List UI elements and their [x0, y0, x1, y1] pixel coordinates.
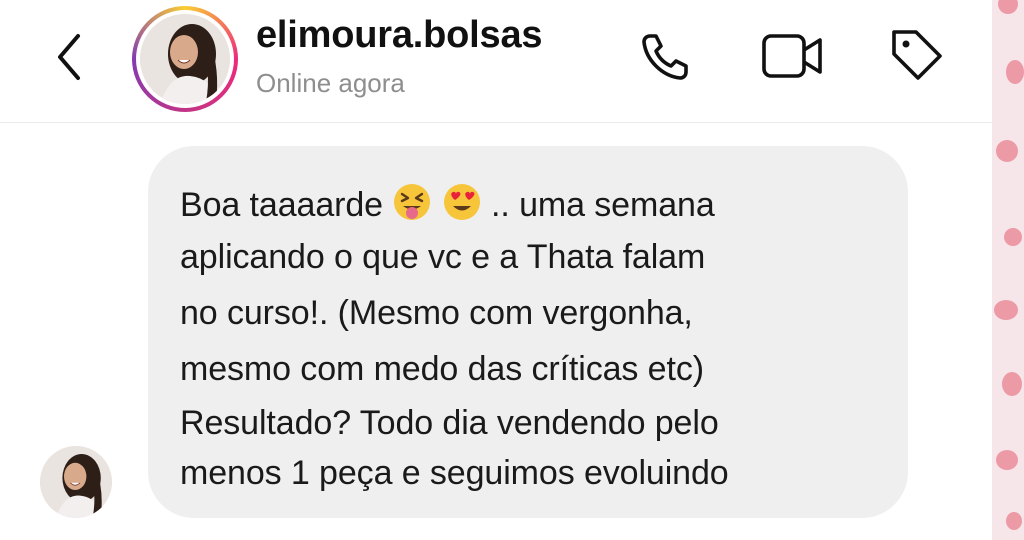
- online-status: Online agora: [256, 68, 405, 98]
- tag-icon: [892, 30, 942, 80]
- heart-eyes-face-icon: [443, 184, 480, 220]
- tag-button[interactable]: [886, 24, 946, 84]
- chat-header: elimoura.bolsas Online agora: [0, 0, 992, 123]
- avatar-photo: [140, 14, 230, 104]
- message-bubble[interactable]: Boa taaaarde .. uma semana aplicando o q…: [148, 146, 908, 518]
- sender-avatar[interactable]: [40, 446, 112, 518]
- message-line-1: Boa taaaarde .. uma semana: [180, 182, 715, 225]
- message-line-3: no curso!. (Mesmo com vergonha,: [180, 294, 693, 332]
- voice-call-button[interactable]: [638, 28, 694, 84]
- profile-avatar[interactable]: [132, 6, 238, 112]
- message-text-start: Boa taaaarde: [180, 186, 383, 224]
- message-text-end: .. uma semana: [491, 186, 715, 224]
- video-camera-icon: [762, 34, 822, 78]
- message-line-4: mesmo com medo das críticas etc): [180, 350, 704, 388]
- phone-icon: [642, 34, 688, 80]
- video-call-button[interactable]: [760, 30, 826, 82]
- message-line-6: menos 1 peça e seguimos evoluindo: [180, 454, 729, 492]
- message-line-2: aplicando o que vc e a Thata falam: [180, 238, 706, 276]
- chat-screen: elimoura.bolsas Online agora Boa taaaard…: [0, 0, 992, 540]
- message-line-5: Resultado? Todo dia vendendo pelo: [180, 404, 719, 442]
- squinting-tongue-face-icon: [394, 184, 431, 220]
- back-button[interactable]: [50, 32, 90, 82]
- back-chevron-icon: [58, 34, 80, 80]
- decorative-edge: [992, 0, 1024, 540]
- chat-username[interactable]: elimoura.bolsas: [256, 14, 543, 57]
